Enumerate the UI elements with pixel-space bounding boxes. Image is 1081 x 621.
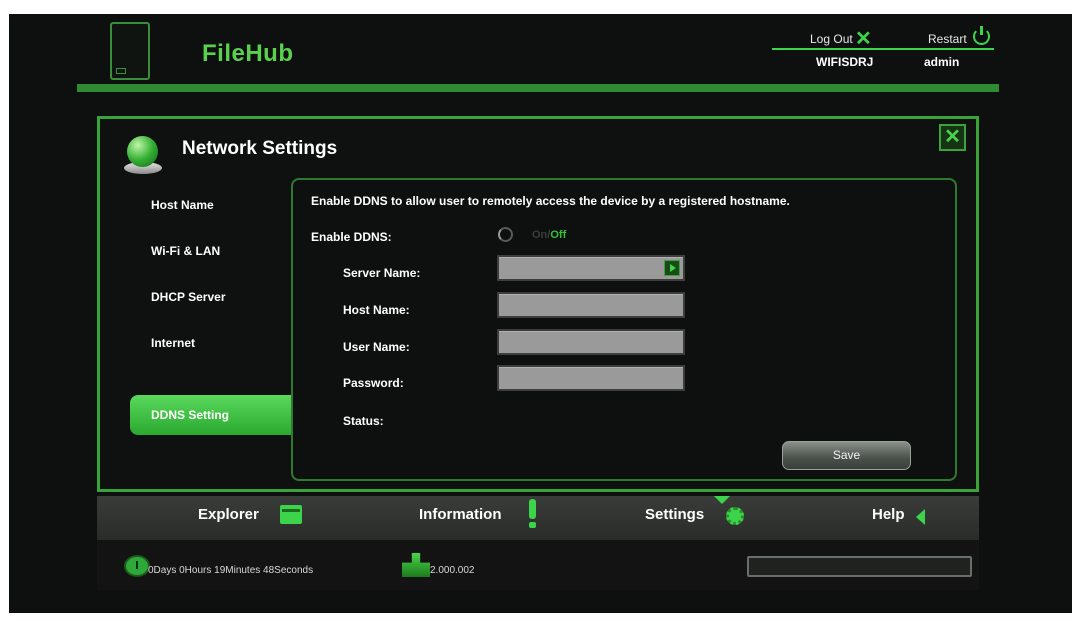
toggle-off-text: Off [550,229,567,241]
tab-settings[interactable]: Settings [645,506,704,523]
password-label: Password: [343,376,404,390]
progress-bar [747,556,972,577]
panel-title: Network Settings [182,138,338,159]
folder-icon[interactable] [280,505,302,524]
exclamation-dot-icon [529,522,536,528]
clock-icon [124,555,150,577]
sidebar-item-wifi-lan[interactable]: Wi-Fi & LAN [130,231,300,271]
device-name: WIFISDRJ [816,55,874,69]
firmware-version: 2.000.002 [430,565,475,576]
sidebar-item-ddns-setting[interactable]: DDNS Setting [130,395,300,435]
enable-ddns-radio[interactable] [498,227,513,242]
enable-ddns-toggle[interactable]: On/Off [532,229,566,241]
password-input[interactable] [497,365,685,391]
host-name-input[interactable] [497,292,685,318]
screenshot: FileHub Log Out ✕ Restart WIFISDRJ admin… [0,0,1081,621]
active-tab-pointer [714,496,730,504]
close-icon[interactable]: ✕ [939,124,966,151]
arrow-left-icon[interactable] [916,509,925,525]
top-caption-strip [0,0,1081,14]
user-menu-divider [772,48,994,50]
sidebar-item-dhcp-server[interactable]: DHCP Server [130,277,300,317]
host-name-label: Host Name: [343,303,410,317]
username: admin [924,55,960,69]
status-label: Status: [343,414,384,428]
enable-ddns-label: Enable DDNS: [311,230,392,244]
header-divider-bar [77,84,999,92]
uptime-text: 0Days 0Hours 19Minutes 48Seconds [148,565,314,576]
brand-title: FileHub [202,40,294,67]
exclamation-icon[interactable] [529,499,536,519]
tab-help[interactable]: Help [872,506,905,523]
network-globe-icon [124,136,162,176]
server-name-label: Server Name: [343,266,421,280]
power-icon[interactable] [973,26,990,45]
server-name-select[interactable] [497,255,685,281]
tab-information[interactable]: Information [419,506,502,523]
ddns-description: Enable DDNS to allow user to remotely ac… [311,194,790,208]
tab-explorer[interactable]: Explorer [198,506,259,523]
user-name-input[interactable] [497,329,685,355]
restart-link[interactable]: Restart [928,32,967,46]
user-menu: Log Out ✕ Restart WIFISDRJ admin [772,26,994,76]
save-button[interactable]: Save [782,441,911,470]
sidebar-item-host-name[interactable]: Host Name [130,185,300,225]
dropdown-arrow-icon[interactable] [664,260,680,276]
toggle-on-text: On [532,229,548,241]
device-logo-icon [110,22,150,80]
user-name-label: User Name: [343,340,410,354]
sidebar-item-internet[interactable]: Internet [130,323,300,363]
logout-link[interactable]: Log Out [810,32,853,46]
gear-icon[interactable] [726,507,744,525]
